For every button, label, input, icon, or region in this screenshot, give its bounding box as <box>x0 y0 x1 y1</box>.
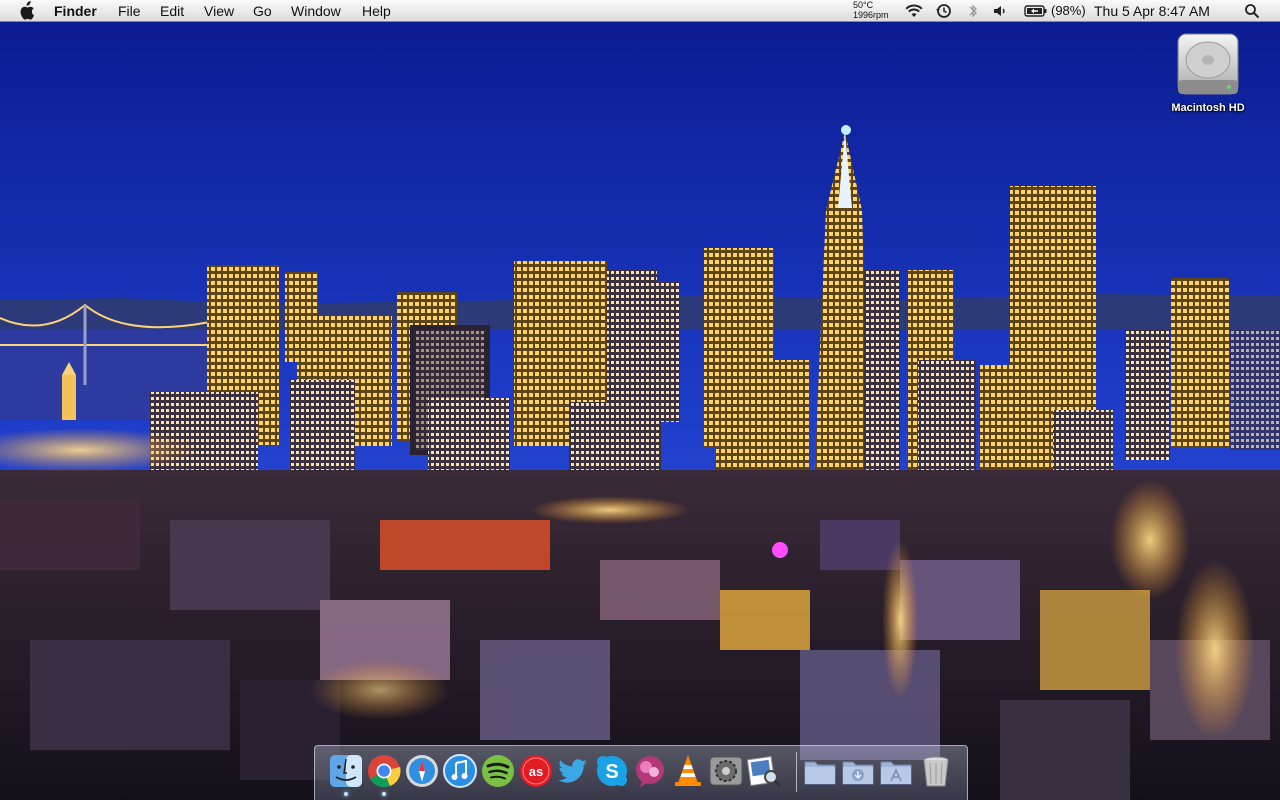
dock-colloquy[interactable] <box>632 753 668 789</box>
dock-stack-applications[interactable] <box>802 753 838 789</box>
svg-text:S: S <box>605 761 618 783</box>
bluetooth-icon[interactable] <box>967 3 979 22</box>
time-machine-icon[interactable] <box>935 3 953 22</box>
safari-icon <box>406 755 438 787</box>
dock-separator <box>796 752 797 792</box>
apple-menu-icon[interactable] <box>17 1 37 21</box>
preview-icon <box>746 755 782 788</box>
dock-twitter[interactable] <box>556 753 592 789</box>
trash-icon <box>923 756 949 787</box>
dock-spotify[interactable] <box>480 753 516 789</box>
wifi-icon[interactable] <box>904 3 924 22</box>
menu-window[interactable]: Window <box>291 2 341 20</box>
menu-help[interactable]: Help <box>362 2 391 20</box>
applications-folder-icon <box>880 761 912 785</box>
finder-running-indicator <box>344 792 348 796</box>
menu-view[interactable]: View <box>204 2 234 20</box>
dock-vlc[interactable] <box>670 753 706 789</box>
dock-stack-downloads[interactable] <box>840 753 876 789</box>
menu-edit[interactable]: Edit <box>160 2 184 20</box>
lastfm-icon: as <box>520 755 552 787</box>
temperature-readout[interactable]: 50°C <box>853 1 873 10</box>
skype-icon: S <box>597 756 627 786</box>
dock-safari[interactable] <box>404 753 440 789</box>
chat-bubble-icon <box>636 756 664 787</box>
dock-chrome[interactable] <box>366 753 402 789</box>
menubar-clock[interactable]: Thu 5 Apr 8:47 AM <box>1094 2 1210 20</box>
twitter-bird-icon <box>558 759 587 783</box>
chrome-icon <box>368 755 401 788</box>
desktop-icon-macintosh-hd[interactable]: Macintosh HD <box>1160 30 1256 114</box>
battery-icon[interactable] <box>1024 4 1048 21</box>
dock-stack-documents[interactable] <box>878 753 914 789</box>
dock-preview[interactable] <box>746 753 782 789</box>
folder-icon <box>804 761 836 785</box>
dock-itunes[interactable] <box>442 753 478 789</box>
vlc-cone-icon <box>675 755 701 786</box>
itunes-icon <box>443 754 477 788</box>
menu-bar: Finder File Edit View Go Window Help 50°… <box>0 0 1280 22</box>
menu-go[interactable]: Go <box>253 2 272 20</box>
desktop-wallpaper <box>0 0 1280 800</box>
desktop-icon-label: Macintosh HD <box>1171 102 1245 114</box>
menu-active-app[interactable]: Finder <box>54 2 97 20</box>
dock-system-preferences[interactable] <box>708 753 744 789</box>
chrome-running-indicator <box>382 792 386 796</box>
dock-trash[interactable] <box>918 753 954 789</box>
spotlight-search-icon[interactable] <box>1244 3 1260 22</box>
downloads-folder-icon <box>842 761 874 785</box>
volume-icon[interactable] <box>992 3 1008 22</box>
battery-percentage[interactable]: (98%) <box>1051 2 1086 20</box>
dock-lastfm[interactable]: as <box>518 753 554 789</box>
dock-skype[interactable]: S <box>594 753 630 789</box>
spotify-icon <box>482 755 514 787</box>
finder-icon <box>330 755 362 787</box>
dock-finder[interactable] <box>328 753 364 789</box>
hard-drive-icon <box>1177 33 1239 95</box>
svg-text:as: as <box>529 764 543 779</box>
fan-speed-readout[interactable]: 1996rpm <box>853 11 889 20</box>
menu-file[interactable]: File <box>118 2 141 20</box>
gear-icon <box>709 756 743 786</box>
